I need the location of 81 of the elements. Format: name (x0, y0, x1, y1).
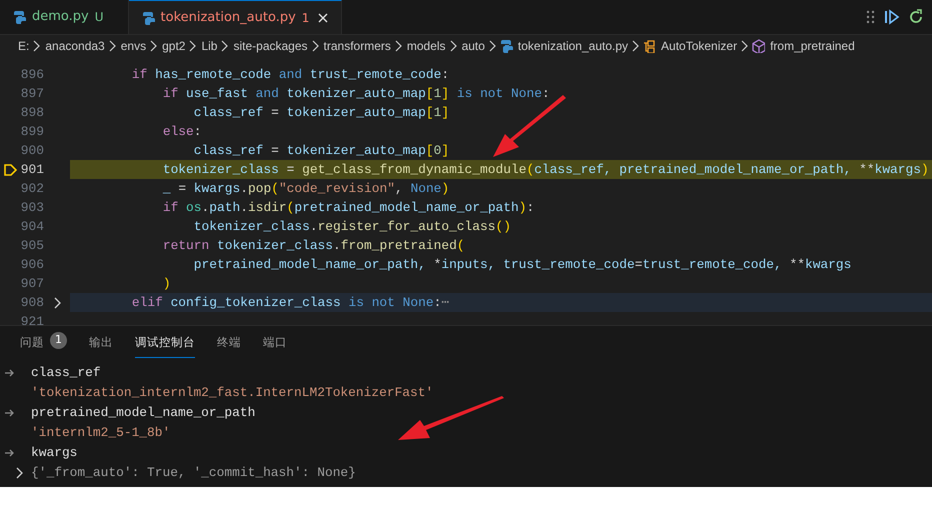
line-number: 907 (20, 274, 44, 293)
line-number: 902 (20, 180, 44, 198)
line-number: 897 (20, 84, 44, 103)
chevron-right-icon[interactable] (15, 467, 23, 479)
breadcrumb-item[interactable]: auto (462, 37, 485, 55)
editor-tab[interactable]: tokenization_auto.py 1 (128, 0, 342, 34)
line-number: 900 (20, 142, 44, 160)
line-number: 899 (20, 122, 44, 141)
panel-tab[interactable]: 输出 (89, 334, 113, 358)
chevron-right-icon (108, 40, 116, 52)
python-file-icon (498, 39, 513, 53)
panel-tab[interactable]: 终端 (217, 334, 241, 358)
line-number: 921 (20, 312, 44, 325)
tab-status-label: U (94, 9, 104, 26)
code-line: _ = kwargs.pop("code_revision", None) (162, 180, 450, 198)
code-line: if has_remote_code and trust_remote_code: (130, 66, 450, 84)
chevron-right-icon (188, 40, 196, 52)
breadcrumb-item[interactable]: envs (120, 37, 146, 55)
console-value: 'internlm2_5-1_8b' (31, 424, 170, 442)
line-number: 904 (20, 218, 44, 236)
panel-tab[interactable]: 端口 (263, 334, 287, 358)
breadcrumb-item[interactable]: AutoTokenizer (661, 37, 738, 55)
count-badge: 1 (50, 332, 67, 349)
code-line: tokenizer_class.register_for_auto_class() (192, 218, 511, 236)
code-line: else: (162, 122, 202, 141)
tab-status-label: 1 (302, 10, 310, 26)
chevron-right-icon (448, 40, 457, 52)
breadcrumb-item[interactable]: transformers (324, 37, 391, 55)
code-line: pretrained_model_name_or_path, *inputs, trust_remote_code=trust_remote_code, **kwargs (192, 256, 852, 274)
line-number: 901 (20, 160, 44, 179)
python-file-icon (12, 10, 26, 24)
chevron-right-icon (32, 40, 40, 52)
chevron-right-icon (488, 40, 496, 52)
panel-tab[interactable]: 问题 1 (20, 334, 67, 358)
panel-tab[interactable]: 调试控制台 (135, 334, 195, 358)
console-value: {'_from_auto': True, '_commit_hash': None} (31, 464, 356, 482)
console-expression: class_ref (31, 364, 101, 382)
code-line: tokenizer_class = get_class_from_dynamic_module(class_ref, pretrained_model_name_or_path, **kwargs) (162, 160, 929, 179)
current-frame-icon (3, 162, 17, 176)
console-expression: pretrained_model_name_or_path (31, 404, 256, 422)
code-line: class_ref = tokenizer_auto_map[0] (192, 142, 450, 160)
chevron-right-icon (394, 40, 402, 52)
breadcrumb-item[interactable]: site-packages (233, 37, 308, 55)
chevron-right-icon (220, 40, 228, 52)
line-number: 903 (20, 198, 44, 217)
breadcrumb-item[interactable]: from_pretrained (770, 37, 855, 55)
line-number: 906 (20, 256, 44, 274)
arrow-right-icon (5, 409, 15, 417)
line-number: 896 (20, 66, 44, 84)
breadcrumb-item[interactable]: anaconda3 (45, 37, 105, 55)
code-line: if os.path.isdir(pretrained_model_name_or_path): (162, 198, 534, 217)
continue-icon[interactable] (884, 9, 900, 25)
tab-label[interactable]: demo.py (32, 7, 89, 27)
breadcrumb-item[interactable]: E: (18, 37, 30, 55)
breadcrumb-item[interactable]: Lib (201, 37, 218, 55)
code-line: elif config_tokenizer_class is not None:⋯ (130, 294, 450, 312)
chevron-right-icon (310, 40, 319, 52)
console-value: 'tokenization_internlm2_fast.InternLM2TokenizerFast' (31, 384, 434, 402)
code-line: return tokenizer_class.from_pretrained( (162, 236, 465, 255)
breadcrumb-item[interactable]: models (406, 37, 446, 55)
arrow-right-icon (5, 369, 15, 377)
code-line: class_ref = tokenizer_auto_map[1] (192, 104, 450, 122)
chevron-right-icon (631, 40, 640, 52)
chevron-right-icon (149, 40, 158, 52)
line-number: 898 (20, 104, 44, 122)
breadcrumb-item[interactable]: tokenization_auto.py (518, 37, 628, 55)
drag-handle-icon[interactable] (866, 10, 876, 24)
console-expression: kwargs (31, 444, 78, 462)
code-line: if use_fast and tokenizer_auto_map[1] is not None: (162, 84, 550, 103)
cube-icon (751, 39, 766, 53)
code-line: ) (162, 274, 171, 293)
line-number: 905 (20, 236, 44, 255)
chevron-right-icon[interactable] (53, 296, 61, 308)
restart-icon[interactable] (908, 9, 924, 25)
class-icon (642, 39, 656, 53)
tab-label[interactable]: tokenization_auto.py (160, 8, 296, 28)
line-number: 908 (20, 294, 44, 312)
breadcrumb-item[interactable]: gpt2 (162, 37, 186, 55)
python-file-icon (140, 10, 155, 24)
arrow-right-icon (5, 449, 15, 457)
chevron-right-icon (740, 40, 748, 52)
